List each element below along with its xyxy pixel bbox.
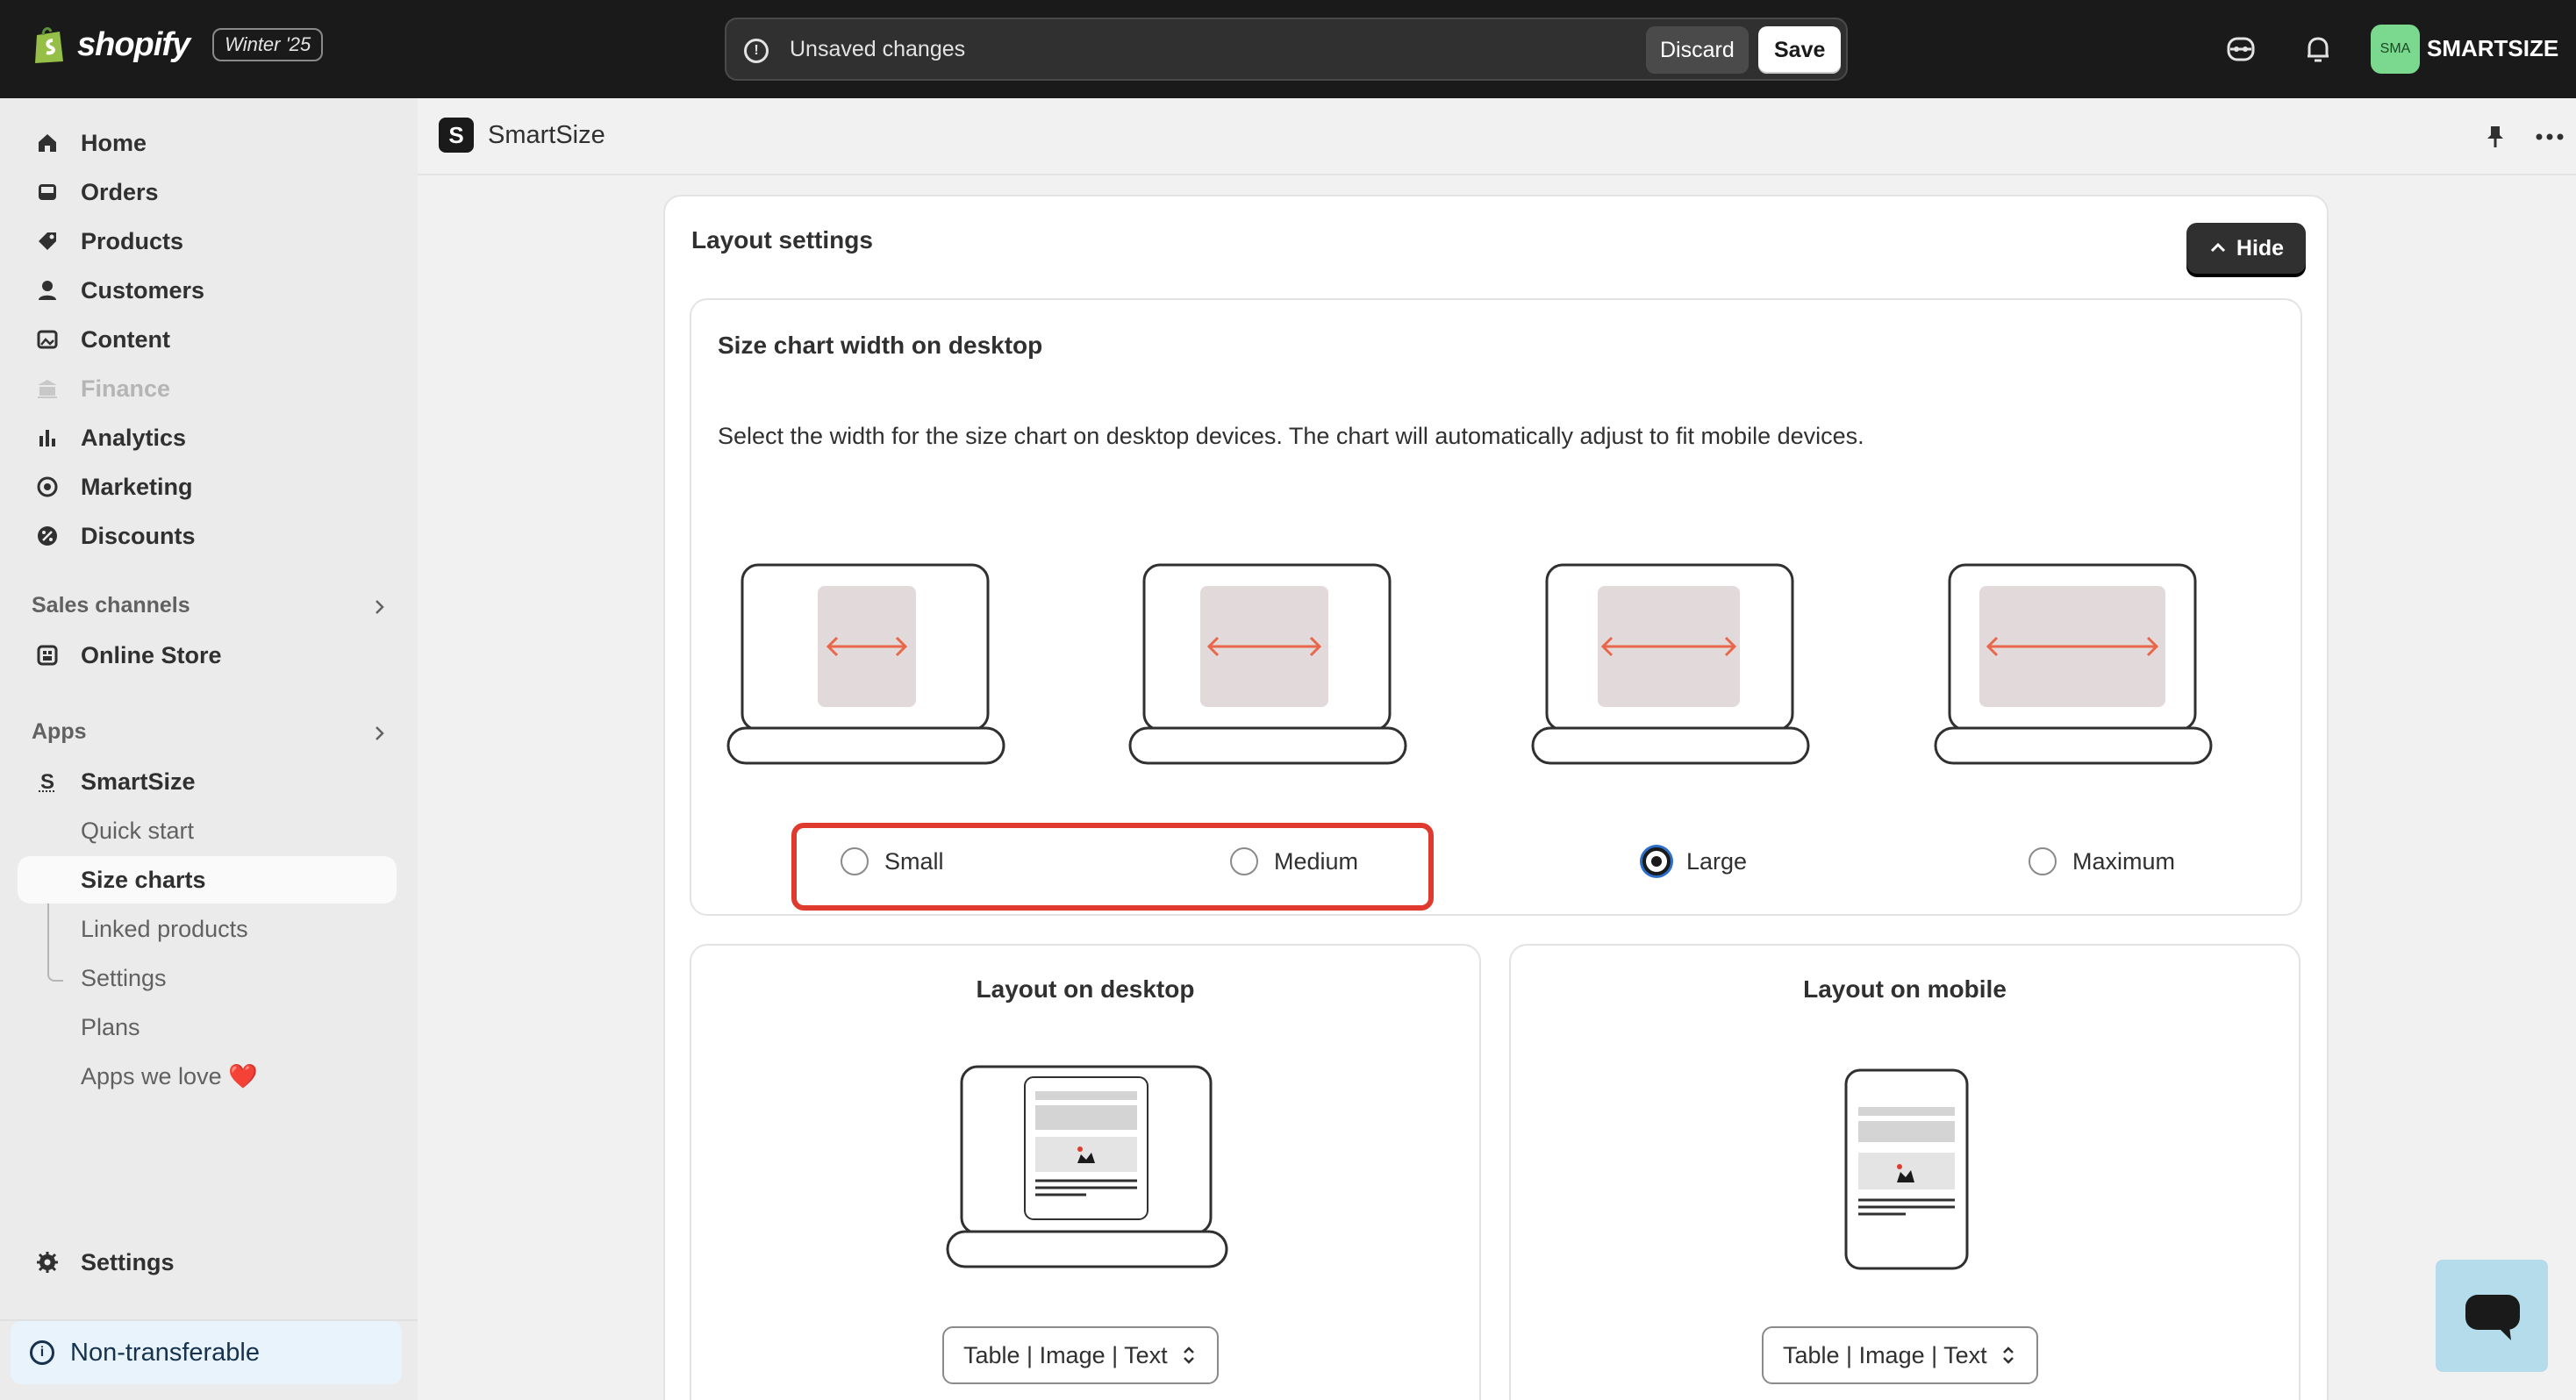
- laptop-medium-illustration: [1128, 563, 1407, 765]
- store-icon: [33, 641, 61, 669]
- size-chart-width-description: Select the width for the size chart on d…: [718, 423, 1864, 449]
- app-title: SmartSize: [488, 121, 605, 149]
- sidebar-item-orders[interactable]: Orders: [18, 168, 397, 216]
- info-icon: i: [30, 1340, 54, 1365]
- pin-icon[interactable]: [2481, 123, 2509, 151]
- bell-icon[interactable]: [2301, 32, 2336, 67]
- select-arrows-icon: [2002, 1346, 2014, 1364]
- alert-circle-icon: !: [744, 39, 769, 63]
- radio-maximum[interactable]: Maximum: [2029, 847, 2175, 875]
- layout-desktop-title: Layout on desktop: [976, 975, 1195, 1003]
- chat-button[interactable]: [2436, 1260, 2548, 1372]
- layout-mobile-title: Layout on mobile: [1803, 975, 2007, 1003]
- smartsize-logo-icon: S: [439, 118, 474, 153]
- annotation-highlight-box: [791, 823, 1434, 911]
- top-bar: shopify Winter '25 ! Unsaved changes Dis…: [0, 0, 2576, 98]
- sidebar-item-home[interactable]: Home: [18, 119, 397, 167]
- sidebar-item-marketing[interactable]: Marketing: [18, 463, 397, 511]
- layout-settings-title: Layout settings: [691, 226, 873, 254]
- sidebar-item-settings[interactable]: Settings: [18, 1239, 397, 1286]
- sidebar-item-customers[interactable]: Customers: [18, 267, 397, 314]
- laptop-large-illustration: [1531, 563, 1810, 765]
- image-icon: [33, 325, 61, 354]
- layout-mobile-card: Layout on mobile Table | Image | Text: [1509, 944, 2301, 1400]
- sidebar: Home Orders Products Customers Content F…: [0, 98, 418, 1400]
- chat-bubble-icon: [2465, 1295, 2520, 1340]
- sidebar-subitem-apps-we-love[interactable]: Apps we love ❤️: [18, 1053, 397, 1100]
- discard-button[interactable]: Discard: [1646, 26, 1749, 74]
- desktop-layout-illustration: [946, 1065, 1228, 1268]
- sidebar-item-discounts[interactable]: Discounts: [18, 512, 397, 560]
- sidebar-subitem-settings[interactable]: Settings: [18, 954, 397, 1002]
- shopify-bag-icon: [35, 27, 63, 63]
- sidebar-item-content[interactable]: Content: [18, 316, 397, 363]
- gear-icon: [33, 1248, 61, 1276]
- edition-badge: Winter '25: [212, 28, 324, 61]
- radio-circle-checked[interactable]: [1642, 847, 1671, 875]
- chevron-right-icon[interactable]: [369, 723, 390, 744]
- sales-channels-heading[interactable]: Sales channels: [32, 593, 190, 618]
- chevron-up-icon: [2210, 242, 2225, 253]
- bar-chart-icon: [33, 424, 61, 452]
- radio-circle[interactable]: [2029, 847, 2057, 875]
- layout-mobile-select[interactable]: Table | Image | Text: [1762, 1326, 2038, 1384]
- sidekick-icon[interactable]: [2223, 32, 2258, 67]
- more-horizontal-icon[interactable]: [2532, 123, 2567, 151]
- layout-desktop-select[interactable]: Table | Image | Text: [942, 1326, 1219, 1384]
- store-name[interactable]: SMARTSIZE: [2427, 35, 2558, 62]
- mobile-layout-illustration: [1844, 1068, 1969, 1270]
- app-bar: S SmartSize: [418, 98, 2576, 175]
- sidebar-item-analytics[interactable]: Analytics: [18, 414, 397, 461]
- tag-icon: [33, 227, 61, 255]
- sidebar-subitem-quick-start[interactable]: Quick start: [18, 807, 397, 854]
- hide-button[interactable]: Hide: [2186, 223, 2306, 274]
- smartsize-app-icon: S: [33, 768, 61, 796]
- laptop-maximum-illustration: [1934, 563, 2213, 765]
- select-arrows-icon: [1183, 1346, 1194, 1364]
- brand-wordmark: shopify: [77, 25, 190, 63]
- shopify-logo[interactable]: shopify Winter '25: [32, 25, 324, 65]
- layout-desktop-card: Layout on desktop Table | Image | Text: [690, 944, 1481, 1400]
- discount-icon: [33, 522, 61, 550]
- unsaved-changes-text: Unsaved changes: [790, 37, 966, 61]
- target-icon: [33, 473, 61, 501]
- sidebar-item-finance[interactable]: Finance: [18, 365, 397, 412]
- sidebar-subitem-plans[interactable]: Plans: [18, 1004, 397, 1051]
- bank-icon: [33, 375, 61, 403]
- unsaved-changes-bar: ! Unsaved changes Discard Save: [725, 18, 1848, 81]
- sidebar-subitem-linked-products[interactable]: Linked products: [18, 905, 397, 953]
- home-icon: [33, 129, 61, 157]
- sidebar-item-products[interactable]: Products: [18, 218, 397, 265]
- save-button[interactable]: Save: [1758, 26, 1842, 74]
- chevron-right-icon[interactable]: [369, 596, 390, 618]
- laptop-small-illustration: [726, 563, 1005, 765]
- store-avatar[interactable]: SMA: [2371, 25, 2420, 74]
- person-icon: [33, 276, 61, 304]
- inbox-icon: [33, 178, 61, 206]
- non-transferable-banner[interactable]: i Non-transferable: [11, 1321, 402, 1384]
- radio-large[interactable]: Large: [1642, 847, 1747, 875]
- size-chart-width-title: Size chart width on desktop: [718, 332, 1043, 359]
- apps-heading[interactable]: Apps: [32, 719, 87, 745]
- sidebar-subitem-size-charts[interactable]: Size charts: [18, 856, 397, 904]
- svg-text:S: S: [40, 770, 54, 794]
- sidebar-item-smartsize[interactable]: S SmartSize: [18, 758, 397, 805]
- sidebar-item-online-store[interactable]: Online Store: [18, 632, 397, 679]
